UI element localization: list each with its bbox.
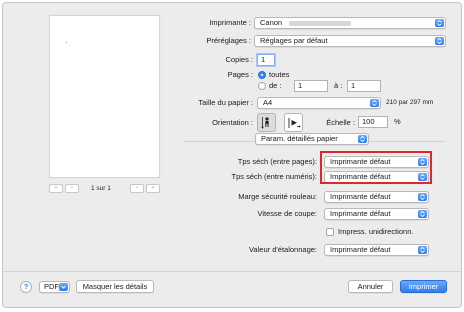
unidirectional-checkbox[interactable] [326,228,334,236]
chevron-down-icon [59,283,68,291]
updown-arrows-icon [435,19,444,27]
scale-unit: % [394,117,401,126]
print-button[interactable]: Imprimer [400,280,447,293]
cut-speed-value: Imprimante défaut [330,209,391,218]
last-page-button[interactable]: » [146,184,160,193]
section-popup[interactable]: Param. détaillés papier [255,133,369,145]
roll-margin-popup[interactable]: Imprimante défaut [324,191,429,203]
copies-input[interactable]: 1 [257,54,275,66]
updown-arrows-icon [418,210,427,218]
scale-label: Échelle : [326,118,355,127]
prev-page-button[interactable]: ‹ [65,184,79,193]
preview-dot [66,42,67,43]
paper-size-value: A4 [263,98,273,107]
paper-size-label: Taille du papier : [198,98,253,107]
landscape-person-icon [288,118,301,128]
pages-range-radio[interactable] [258,82,266,90]
first-page-button[interactable]: « [49,184,63,193]
printer-label: Imprimante : [209,18,251,27]
portrait-person-icon [261,117,269,130]
updown-arrows-icon [435,37,444,45]
page-counter: 1 sur 1 [91,185,111,192]
cut-speed-label: Vitesse de coupe: [257,209,318,218]
help-button[interactable]: ? [20,281,32,293]
presets-value: Réglages par défaut [260,36,328,45]
cancel-button[interactable]: Annuler [348,280,393,293]
printer-value: Canon [260,18,283,27]
pages-to-label: à : [334,81,343,90]
portrait-orientation-button[interactable] [257,113,276,132]
redacted-printer-name [289,20,352,26]
section-popup-value: Param. détaillés papier [261,134,338,143]
updown-arrows-icon [370,99,379,107]
pages-from-input[interactable]: 1 [294,80,328,92]
orientation-label: Orientation : [212,118,253,127]
presets-label: Préréglages : [206,36,251,45]
drying-time-scans-label: Tps séch (entre numéris): [231,172,317,181]
landscape-orientation-button[interactable] [284,113,303,132]
cut-speed-popup[interactable]: Imprimante défaut [324,208,429,220]
scale-input[interactable]: 100 [358,116,388,128]
pages-from-label: de : [269,81,282,90]
updown-arrows-icon [358,135,367,143]
next-page-button[interactable]: › [130,184,144,193]
unidirectional-label: Impress. unidirectionn. [338,227,414,236]
updown-arrows-icon [418,193,427,201]
roll-margin-label: Marge sécurité rouleau: [238,192,317,201]
roll-margin-value: Imprimante défaut [330,192,391,201]
calibration-label: Valeur d'étalonnage: [248,245,317,254]
highlight-box [320,151,432,184]
print-dialog: « ‹ 1 sur 1 › » Imprimante : Canon Préré… [2,2,462,308]
presets-popup[interactable]: Réglages par défaut [254,35,446,47]
pages-all-radio[interactable] [258,71,266,79]
footer-separator [3,271,461,272]
page-preview [49,15,160,178]
pages-to-input[interactable]: 1 [347,80,381,92]
copies-label: Copies : [225,55,253,64]
calibration-popup[interactable]: Imprimante défaut [324,244,429,256]
updown-arrows-icon [418,246,427,254]
drying-time-pages-label: Tps séch (entre pages): [237,157,317,166]
paper-dimensions: 210 par 297 mm [386,99,434,106]
pdf-menu-button[interactable]: PDF [39,281,70,293]
pages-label: Pages : [227,70,253,79]
printer-popup[interactable]: Canon [254,17,446,29]
calibration-value: Imprimante défaut [330,245,391,254]
hide-details-button[interactable]: Masquer les détails [76,280,154,293]
paper-size-popup[interactable]: A4 [257,97,381,109]
pdf-label: PDF [44,282,59,291]
